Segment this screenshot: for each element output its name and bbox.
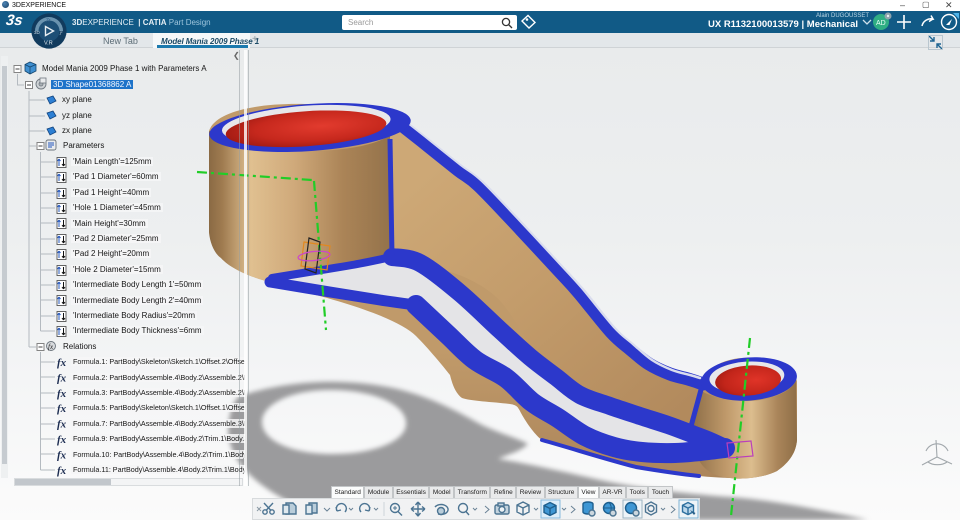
svg-text:fx: fx: [57, 449, 67, 461]
svg-text:fx: fx: [57, 388, 67, 400]
svg-text:AD: AD: [876, 20, 886, 27]
svg-text:fx: fx: [57, 372, 67, 384]
svg-text:fx: fx: [57, 434, 67, 446]
svg-text:fx: fx: [57, 357, 67, 369]
svg-text:fx: fx: [57, 419, 67, 431]
svg-text:V.R: V.R: [44, 41, 53, 47]
svg-text:fx: fx: [48, 343, 54, 351]
svg-text:j¹: j¹: [59, 30, 63, 35]
svg-text:3D: 3D: [34, 30, 41, 35]
svg-text:fx: fx: [57, 465, 67, 477]
svg-text:fx: fx: [57, 403, 67, 415]
